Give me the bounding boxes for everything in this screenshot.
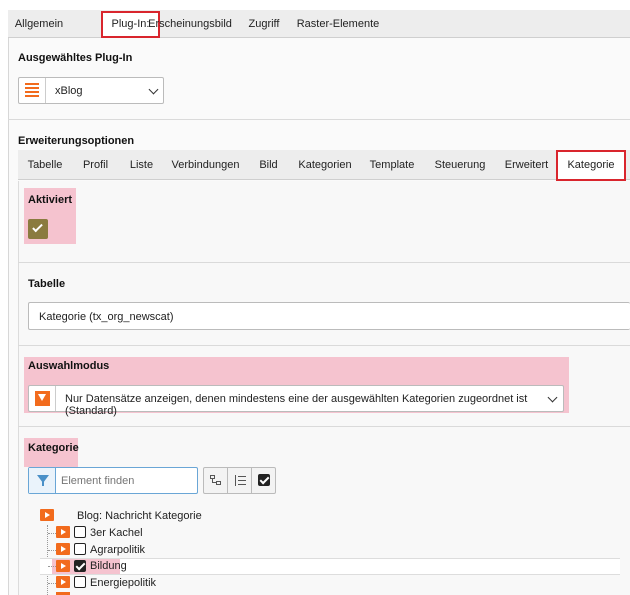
- tree-item-label: Energiepolitik: [90, 577, 157, 589]
- folder-icon: [56, 543, 70, 555]
- expand-all-button[interactable]: [204, 468, 228, 493]
- folder-icon: [40, 509, 54, 521]
- main-tab-bar: Allgemein Plug-In: Erscheinungsbild Zugr…: [8, 10, 630, 38]
- tabelle-label: Tabelle: [28, 278, 66, 290]
- subtab-tabelle[interactable]: Tabelle: [18, 150, 72, 180]
- filter-icon-box: [29, 468, 56, 493]
- tree-item-checkbox[interactable]: [74, 543, 86, 555]
- divider: [18, 262, 630, 263]
- list-collapse-icon: [235, 475, 246, 486]
- tree-item-label: 3er Kachel: [90, 527, 143, 539]
- divider: [18, 426, 630, 427]
- aktiviert-checkbox[interactable]: [28, 219, 48, 239]
- auswahlmodus-value: Nur Datensätze anzeigen, denen mindesten…: [65, 393, 528, 417]
- plugin-selected-value: xBlog: [55, 85, 83, 97]
- list-icon: [25, 83, 39, 97]
- divider: [18, 345, 630, 346]
- tree-item-checkbox[interactable]: [74, 576, 86, 588]
- subtab-steuerung[interactable]: Steuerung: [424, 150, 496, 180]
- subtab-profil[interactable]: Profil: [72, 150, 119, 180]
- tab-zugriff[interactable]: Zugriff: [238, 10, 290, 38]
- auswahlmodus-select[interactable]: Nur Datensätze anzeigen, denen mindesten…: [28, 385, 564, 417]
- check-icon: [32, 221, 43, 233]
- tree-item[interactable]: Bildung: [40, 558, 620, 575]
- tree-toolbar: [203, 467, 276, 494]
- tree-item[interactable]: Agrarpolitik: [40, 542, 620, 559]
- subtab-bild[interactable]: Bild: [247, 150, 290, 180]
- chevron-down-icon: [148, 84, 159, 95]
- tabelle-value: Kategorie (tx_org_newscat): [39, 311, 174, 323]
- folder-icon: [56, 576, 70, 588]
- subtab-kategorie[interactable]: Kategorie: [556, 150, 626, 181]
- auswahlmodus-label: Auswahlmodus: [28, 360, 110, 372]
- tabelle-select[interactable]: Kategorie (tx_org_newscat): [28, 302, 630, 330]
- tree-item-checkbox[interactable]: [74, 526, 86, 538]
- kategorie-search-input[interactable]: [59, 471, 193, 490]
- checkbox-icon: [258, 474, 270, 486]
- kategorie-search[interactable]: [28, 467, 198, 494]
- auswahlmodus-icon-box: [29, 386, 56, 411]
- kategorie-label: Kategorie: [28, 442, 79, 454]
- tree-root-label: Blog: Nachricht Kategorie: [77, 510, 202, 522]
- extensions-tab-bar: Tabelle Profil Liste Verbindungen Bild K…: [18, 150, 630, 181]
- tree-root: Blog: Nachricht Kategorie: [40, 508, 620, 525]
- tree-item[interactable]: 3er Kachel: [40, 525, 620, 542]
- plugin-select[interactable]: xBlog: [18, 77, 164, 104]
- folder-icon: [56, 526, 70, 538]
- tree-item-label: Agrarpolitik: [90, 544, 146, 556]
- tab-erscheinungsbild[interactable]: Erscheinungsbild: [134, 10, 246, 38]
- tab-allgemein[interactable]: Allgemein: [8, 10, 70, 38]
- tab-raster-elemente[interactable]: Raster-Elemente: [288, 10, 388, 38]
- subtab-kategorien[interactable]: Kategorien: [290, 150, 360, 180]
- aktiviert-label: Aktiviert: [28, 194, 73, 206]
- plugin-icon-box: [19, 78, 46, 103]
- subtab-liste[interactable]: Liste: [119, 150, 164, 180]
- subtab-erweitert[interactable]: Erweitert: [496, 150, 557, 180]
- tree-item-label: Bildung: [90, 560, 127, 572]
- tree-item[interactable]: Energiepolitik: [40, 575, 620, 592]
- subtab-verbindungen[interactable]: Verbindungen: [164, 150, 247, 180]
- filter-icon: [35, 391, 50, 406]
- extensions-heading: Erweiterungsoptionen: [18, 135, 135, 147]
- collapse-all-button[interactable]: [228, 468, 252, 493]
- select-all-button[interactable]: [252, 468, 276, 493]
- subtab-template[interactable]: Template: [360, 150, 424, 180]
- plugin-heading: Ausgewähltes Plug-In: [18, 52, 133, 64]
- divider: [8, 119, 630, 120]
- tree-expand-icon: [210, 475, 222, 486]
- tree-item-checkbox[interactable]: [74, 560, 86, 572]
- folder-icon: [56, 560, 70, 572]
